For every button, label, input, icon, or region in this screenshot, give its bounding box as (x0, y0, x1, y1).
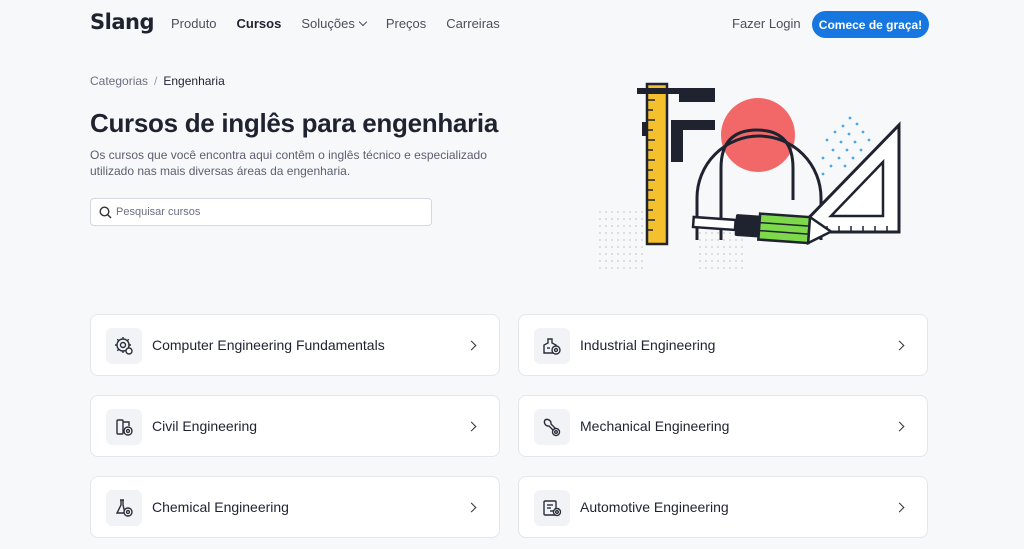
course-card-industrial-engineering[interactable]: Industrial Engineering (518, 314, 928, 376)
nav-link-produto[interactable]: Produto (171, 16, 217, 31)
course-card-civil-engineering[interactable]: Civil Engineering (90, 395, 500, 457)
chevron-right-icon (894, 340, 905, 351)
chevron-right-icon (894, 502, 905, 513)
chevron-right-icon (466, 340, 477, 351)
chevron-down-icon (358, 17, 368, 27)
car-gear-icon (534, 490, 570, 526)
top-navbar: Slang Produto Cursos Soluções Preços Car… (0, 0, 1024, 48)
course-card-automotive-engineering[interactable]: Automotive Engineering (518, 476, 928, 538)
chevron-right-icon (894, 421, 905, 432)
subtitle-line-1: Os cursos que você encontra aqui contêm … (90, 148, 487, 162)
course-label: Civil Engineering (152, 418, 258, 434)
nav-link-solucoes[interactable]: Soluções (301, 16, 368, 31)
engineering-tools-illustration (599, 82, 901, 269)
course-label: Computer Engineering Fundamentals (152, 337, 385, 353)
course-card-chemical-engineering[interactable]: Chemical Engineering (90, 476, 500, 538)
nav-links: Produto Cursos Soluções Preços Carreiras (171, 16, 500, 31)
course-label: Industrial Engineering (580, 337, 716, 353)
chevron-right-icon (466, 502, 477, 513)
breadcrumb-current: Engenharia (163, 74, 225, 88)
search-icon (99, 205, 112, 219)
page-title: Cursos de inglês para engenharia (90, 108, 498, 138)
search-input[interactable] (116, 206, 416, 218)
breadcrumb-separator: / (154, 74, 158, 88)
nav-link-cursos[interactable]: Cursos (237, 16, 282, 31)
breadcrumb-categorias[interactable]: Categorias (90, 74, 148, 88)
industry-gear-icon (534, 328, 570, 364)
subtitle-line-2: utilizado nas mais diversas áreas da eng… (90, 164, 351, 178)
wrench-gear-icon (534, 409, 570, 445)
nav-link-solucoes-label: Soluções (301, 16, 355, 31)
cog-gear-icon (106, 328, 142, 364)
chevron-right-icon (466, 421, 477, 432)
page-subtitle: Os cursos que você encontra aqui contêm … (90, 147, 510, 179)
signup-button[interactable]: Comece de graça! (812, 11, 929, 38)
crane-gear-icon (106, 409, 142, 445)
nav-link-carreiras[interactable]: Carreiras (446, 16, 499, 31)
breadcrumb: Categorias / Engenharia (90, 74, 225, 88)
slang-logo[interactable]: Slang (90, 10, 154, 34)
login-link[interactable]: Fazer Login (732, 16, 801, 31)
flask-gear-icon (106, 490, 142, 526)
search-box (90, 198, 432, 226)
course-label: Chemical Engineering (152, 499, 289, 515)
nav-link-precos[interactable]: Preços (386, 16, 426, 31)
course-label: Mechanical Engineering (580, 418, 730, 434)
course-label: Automotive Engineering (580, 499, 729, 515)
course-card-computer-engineering[interactable]: Computer Engineering Fundamentals (90, 314, 500, 376)
course-card-mechanical-engineering[interactable]: Mechanical Engineering (518, 395, 928, 457)
